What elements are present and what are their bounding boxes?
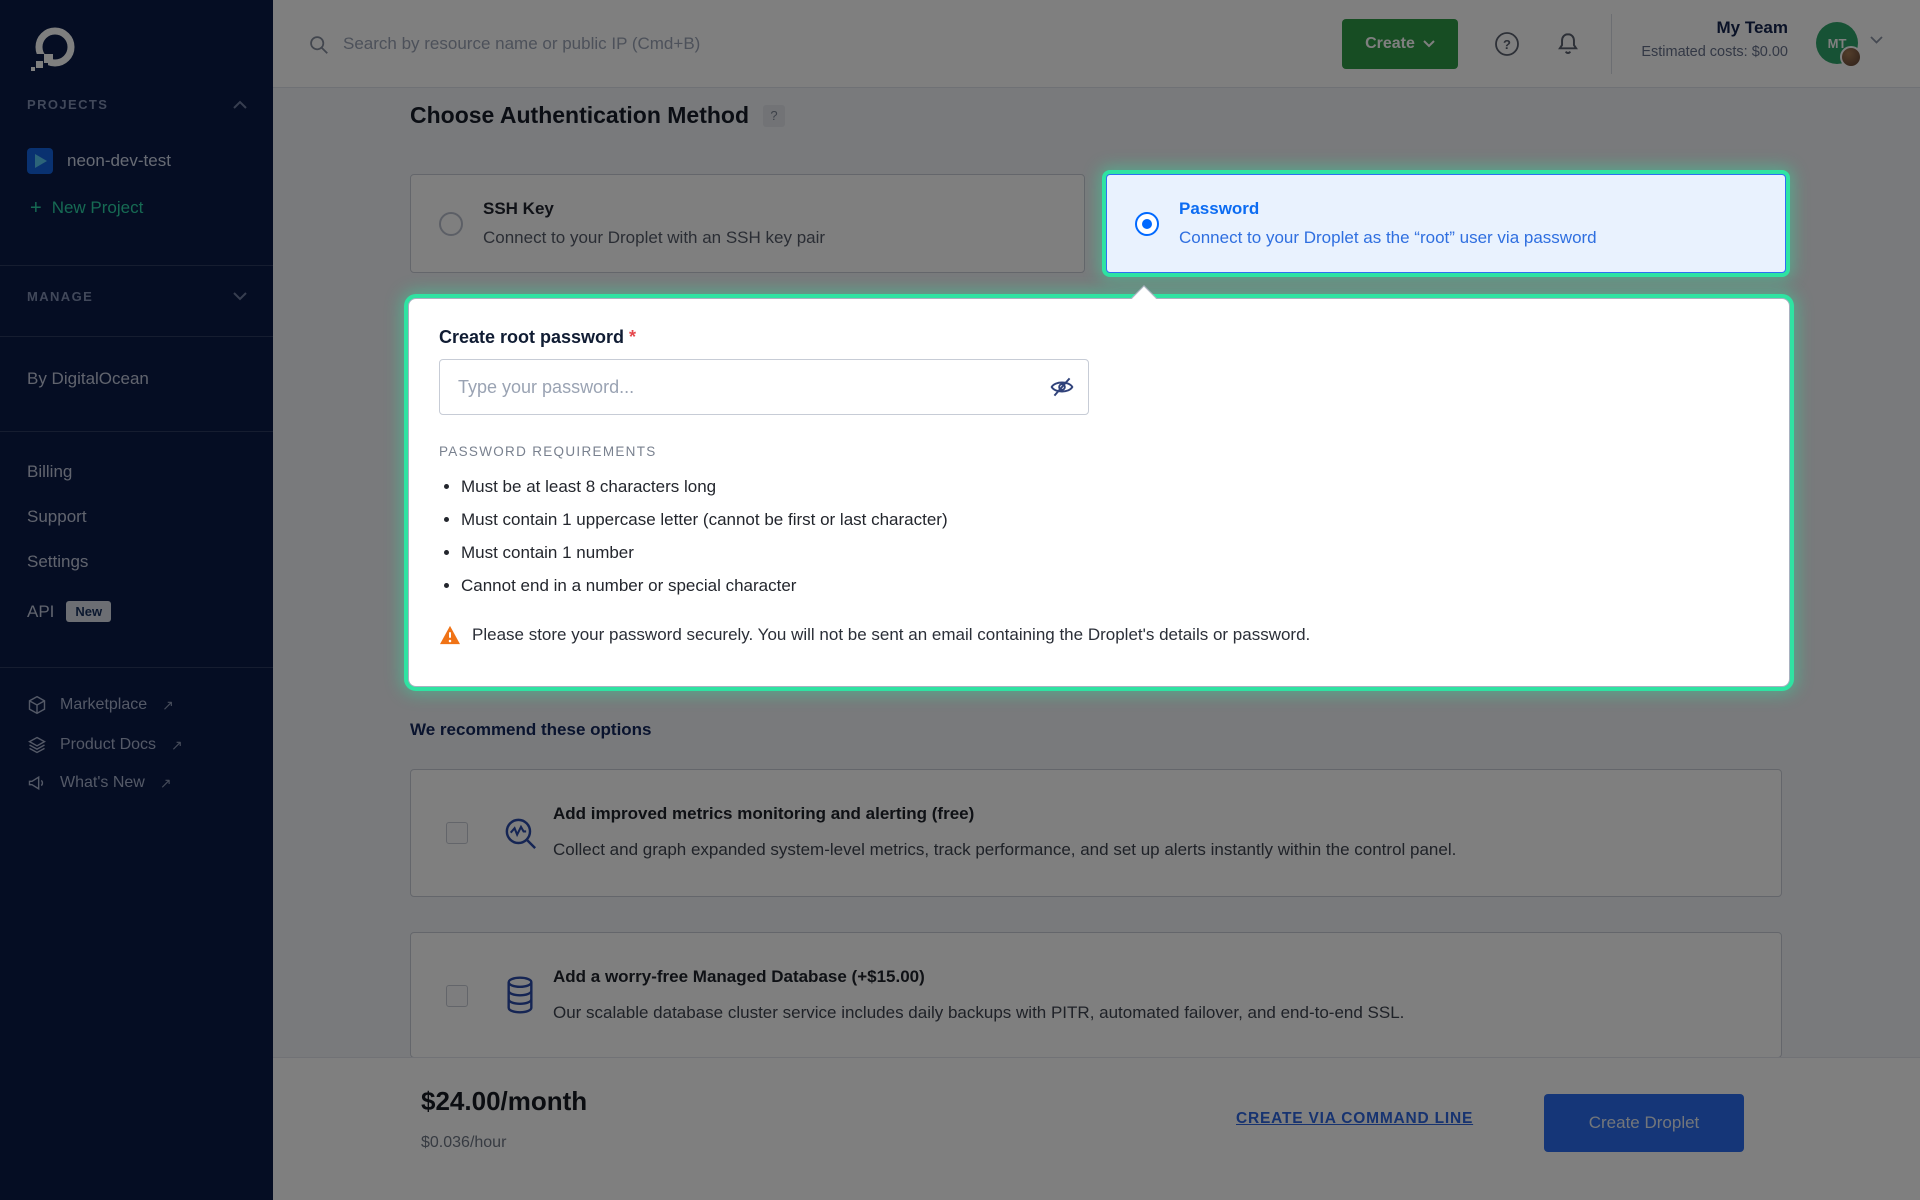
help-tooltip-icon[interactable]: ? [763,105,785,127]
label-text: Create root password [439,327,624,347]
sidebar-item-whats-new[interactable]: What's New ↗ [27,773,172,793]
radio-ssh-key[interactable] [439,212,463,236]
metrics-option-description: Collect and graph expanded system-level … [553,840,1456,860]
page-title: Choose Authentication Method [410,102,749,129]
price-per-month: $24.00/month [421,1086,587,1117]
droplet-create-page: PROJECTS neon-dev-test + New Project MAN… [0,0,1920,1200]
checkbox-database[interactable] [446,985,468,1007]
auth-option-password[interactable]: Password Connect to your Droplet as the … [1106,174,1786,273]
layers-icon [27,735,47,755]
sidebar-item-product-docs[interactable]: Product Docs ↗ [27,735,183,755]
password-warning: Please store your password securely. You… [439,625,1310,645]
external-link-icon: ↗ [160,775,172,792]
option-card-database[interactable]: Add a worry-free Managed Database (+$15.… [410,932,1782,1058]
sidebar-item-new-project[interactable]: + New Project [30,198,143,218]
create-droplet-button[interactable]: Create Droplet [1544,1094,1744,1152]
password-requirements-title: PASSWORD REQUIREMENTS [439,444,657,459]
password-requirements-list: Must be at least 8 characters long Must … [461,477,948,609]
manage-label: MANAGE [27,289,93,304]
requirement-item: Must contain 1 uppercase letter (cannot … [461,510,948,530]
required-marker: * [629,327,636,347]
create-button-label: Create [1365,35,1415,53]
product-docs-label: Product Docs [60,736,156,754]
warning-icon [439,625,461,645]
divider [0,336,273,337]
by-digitalocean-label: By DigitalOcean [27,369,149,389]
project-name: neon-dev-test [67,151,171,171]
cube-icon [27,695,47,715]
create-root-password-label: Create root password* [439,327,636,348]
password-panel: Create root password* PASSWORD REQUIREME… [408,298,1790,687]
projects-label: PROJECTS [27,97,108,112]
chevron-down-icon[interactable] [1870,36,1883,44]
option-card-metrics[interactable]: Add improved metrics monitoring and aler… [410,769,1782,897]
ssh-key-description: Connect to your Droplet with an SSH key … [483,228,825,248]
sidebar-item-project[interactable]: neon-dev-test [27,148,171,174]
eye-off-icon[interactable] [1049,374,1075,400]
requirement-item: Cannot end in a number or special charac… [461,576,948,596]
requirement-item: Must contain 1 number [461,543,948,563]
manage-section-header[interactable]: MANAGE [27,289,247,304]
database-option-description: Our scalable database cluster service in… [553,1003,1404,1023]
external-link-icon: ↗ [162,697,174,714]
requirement-item: Must be at least 8 characters long [461,477,948,497]
sidebar-item-by-digitalocean[interactable]: By DigitalOcean [27,369,149,389]
search-icon [308,34,329,55]
database-icon [503,975,537,1015]
projects-section-header[interactable]: PROJECTS [27,97,247,112]
radio-password[interactable] [1135,212,1159,236]
project-icon [27,148,53,174]
database-option-title: Add a worry-free Managed Database (+$15.… [553,967,1404,987]
team-info: My Team Estimated costs: $0.00 [1423,18,1788,60]
plus-icon: + [30,200,42,217]
estimated-costs: Estimated costs: $0.00 [1423,44,1788,60]
divider [0,265,273,266]
new-badge: New [66,601,111,622]
sidebar-item-api[interactable]: API New [27,601,111,622]
section-header: Choose Authentication Method ? [410,102,785,129]
digitalocean-logo-icon[interactable] [30,24,78,72]
password-description: Connect to your Droplet as the “root” us… [1179,228,1597,248]
settings-label: Settings [27,552,88,572]
footer-bar: $24.00/month $0.036/hour CREATE VIA COMM… [273,1058,1920,1200]
ssh-key-title: SSH Key [483,199,825,219]
whats-new-label: What's New [60,774,145,792]
sidebar: PROJECTS neon-dev-test + New Project MAN… [0,0,273,1200]
panel-notch [1131,285,1156,310]
topbar: Search by resource name or public IP (Cm… [273,0,1920,88]
new-project-label: New Project [52,198,144,218]
sidebar-item-support[interactable]: Support [27,507,87,527]
search-placeholder: Search by resource name or public IP (Cm… [343,34,700,54]
team-name: My Team [1423,18,1788,38]
support-label: Support [27,507,87,527]
divider [0,667,273,668]
sidebar-item-billing[interactable]: Billing [27,462,72,482]
divider [0,431,273,432]
external-link-icon: ↗ [171,737,183,754]
metrics-icon [503,816,539,852]
warning-text: Please store your password securely. You… [472,625,1310,645]
chevron-down-icon [233,292,247,301]
megaphone-icon [27,773,47,793]
api-label: API [27,602,54,622]
price-per-hour: $0.036/hour [421,1134,506,1152]
password-input[interactable] [439,359,1089,415]
marketplace-label: Marketplace [60,696,147,714]
checkbox-metrics[interactable] [446,822,468,844]
chevron-up-icon [233,100,247,109]
sidebar-item-marketplace[interactable]: Marketplace ↗ [27,695,174,715]
avatar-photo [1840,46,1862,68]
recommend-title: We recommend these options [410,720,652,740]
password-title: Password [1179,199,1597,219]
search-input[interactable]: Search by resource name or public IP (Cm… [295,0,1055,88]
billing-label: Billing [27,462,72,482]
sidebar-item-settings[interactable]: Settings [27,552,88,572]
auth-option-ssh-key[interactable]: SSH Key Connect to your Droplet with an … [410,174,1085,273]
metrics-option-title: Add improved metrics monitoring and aler… [553,804,1456,824]
create-via-command-line-link[interactable]: CREATE VIA COMMAND LINE [1236,1110,1473,1128]
